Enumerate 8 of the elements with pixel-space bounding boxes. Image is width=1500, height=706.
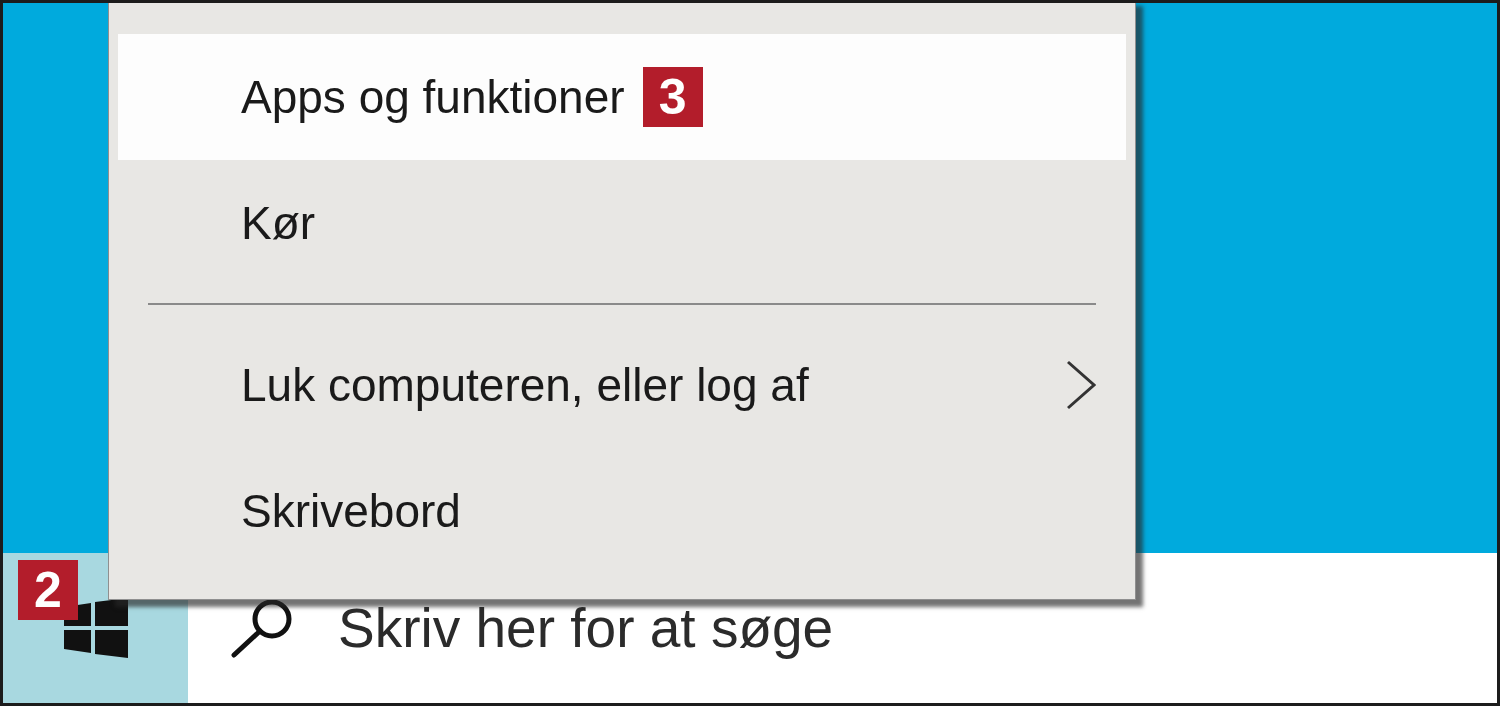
menu-item[interactable]: Luk computeren, eller log af	[118, 322, 1126, 448]
menu-item[interactable]: Apps og funktioner 3	[118, 34, 1126, 160]
windows-logo-icon	[63, 598, 128, 658]
search-field[interactable]: Skriv her for at søge	[338, 593, 1477, 663]
callout-badge: 2	[18, 560, 78, 620]
menu-item[interactable]: Kør	[118, 160, 1126, 286]
callout-badge: 3	[642, 67, 703, 127]
search-icon	[230, 598, 294, 658]
